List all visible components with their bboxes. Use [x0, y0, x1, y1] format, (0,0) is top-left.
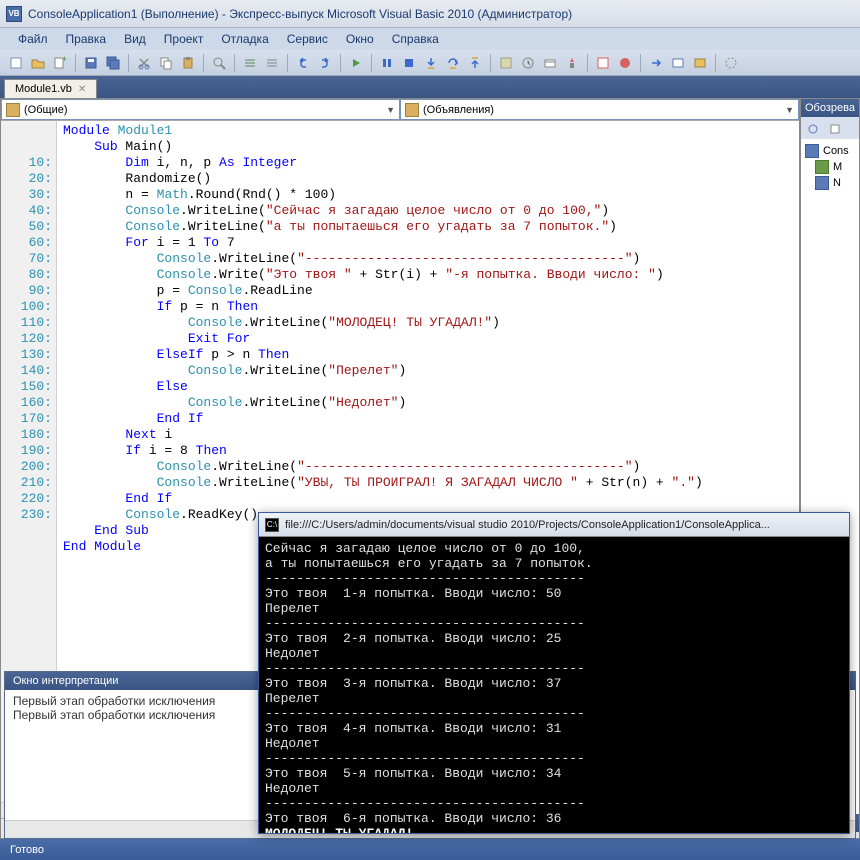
console-titlebar[interactable]: C:\ file:///C:/Users/admin/documents/vis…: [259, 513, 849, 537]
document-tabs: Module1.vb ✕: [0, 76, 860, 98]
separator: [587, 54, 588, 72]
show-all-icon[interactable]: [825, 119, 845, 139]
copy-icon[interactable]: [156, 53, 176, 73]
separator: [640, 54, 641, 72]
tool-icon[interactable]: [646, 53, 666, 73]
uncomment-icon[interactable]: [262, 53, 282, 73]
svg-text:+: +: [62, 56, 67, 64]
tree-item[interactable]: M: [815, 159, 855, 175]
menu-view[interactable]: Вид: [116, 30, 154, 48]
tool-icon[interactable]: [540, 53, 560, 73]
status-text: Готово: [10, 844, 44, 856]
tool-icon[interactable]: [690, 53, 710, 73]
tool-icon[interactable]: [615, 53, 635, 73]
separator: [287, 54, 288, 72]
tool-icon[interactable]: [593, 53, 613, 73]
separator: [203, 54, 204, 72]
toolbar: +: [0, 50, 860, 76]
find-icon[interactable]: [209, 53, 229, 73]
menu-file[interactable]: Файл: [10, 30, 56, 48]
menu-project[interactable]: Проект: [156, 30, 212, 48]
save-all-icon[interactable]: [103, 53, 123, 73]
project-icon: [805, 144, 819, 158]
new-project-icon[interactable]: [6, 53, 26, 73]
file-icon: [815, 160, 829, 174]
menu-service[interactable]: Сервис: [279, 30, 336, 48]
open-icon[interactable]: [28, 53, 48, 73]
save-icon[interactable]: [81, 53, 101, 73]
app-icon: VB: [6, 6, 22, 22]
scope-combo-right[interactable]: (Объявления) ▼: [400, 99, 799, 120]
vb-file-icon: [815, 176, 829, 190]
comment-icon[interactable]: [240, 53, 260, 73]
separator: [715, 54, 716, 72]
menu-edit[interactable]: Правка: [58, 30, 115, 48]
break-icon[interactable]: [377, 53, 397, 73]
project-node[interactable]: Cons: [805, 143, 855, 159]
statusbar: Готово: [0, 839, 860, 860]
tool-icon[interactable]: [518, 53, 538, 73]
tab-label: Module1.vb: [15, 83, 72, 95]
menubar: Файл Правка Вид Проект Отладка Сервис Ок…: [0, 28, 860, 50]
tab-module1[interactable]: Module1.vb ✕: [4, 79, 97, 98]
step-out-icon[interactable]: [465, 53, 485, 73]
menu-help[interactable]: Справка: [384, 30, 447, 48]
console-title-text: file:///C:/Users/admin/documents/visual …: [285, 519, 770, 531]
console-output: Сейчас я загадаю целое число от 0 до 100…: [259, 537, 849, 833]
window-title: ConsoleApplication1 (Выполнение) - Экспр…: [28, 7, 572, 21]
explorer-toolbar: [801, 117, 859, 139]
console-window[interactable]: C:\ file:///C:/Users/admin/documents/vis…: [258, 512, 850, 834]
combo-label: (Объявления): [423, 104, 494, 116]
combo-label: (Общие): [24, 104, 68, 116]
close-icon[interactable]: ✕: [78, 84, 86, 95]
menu-window[interactable]: Окно: [338, 30, 382, 48]
step-into-icon[interactable]: [421, 53, 441, 73]
separator: [371, 54, 372, 72]
cut-icon[interactable]: [134, 53, 154, 73]
tool-icon[interactable]: [721, 53, 741, 73]
separator: [490, 54, 491, 72]
console-icon: C:\: [265, 518, 279, 532]
separator: [75, 54, 76, 72]
step-over-icon[interactable]: [443, 53, 463, 73]
separator: [234, 54, 235, 72]
scope-combo-left[interactable]: (Общие) ▼: [1, 99, 400, 120]
redo-icon[interactable]: [315, 53, 335, 73]
separator: [128, 54, 129, 72]
declarations-icon: [405, 103, 419, 117]
menu-debug[interactable]: Отладка: [213, 30, 276, 48]
chevron-down-icon: ▼: [386, 105, 395, 115]
refresh-icon[interactable]: [803, 119, 823, 139]
tree-item[interactable]: N: [815, 175, 855, 191]
paste-icon[interactable]: [178, 53, 198, 73]
stop-icon[interactable]: [399, 53, 419, 73]
chevron-down-icon: ▼: [785, 105, 794, 115]
titlebar: VB ConsoleApplication1 (Выполнение) - Эк…: [0, 0, 860, 28]
start-icon[interactable]: [346, 53, 366, 73]
add-item-icon[interactable]: +: [50, 53, 70, 73]
tool-icon[interactable]: [562, 53, 582, 73]
tool-icon[interactable]: [496, 53, 516, 73]
solution-explorer-title: Обозрева: [801, 99, 859, 117]
undo-icon[interactable]: [293, 53, 313, 73]
module-icon: [6, 103, 20, 117]
tool-icon[interactable]: [668, 53, 688, 73]
separator: [340, 54, 341, 72]
